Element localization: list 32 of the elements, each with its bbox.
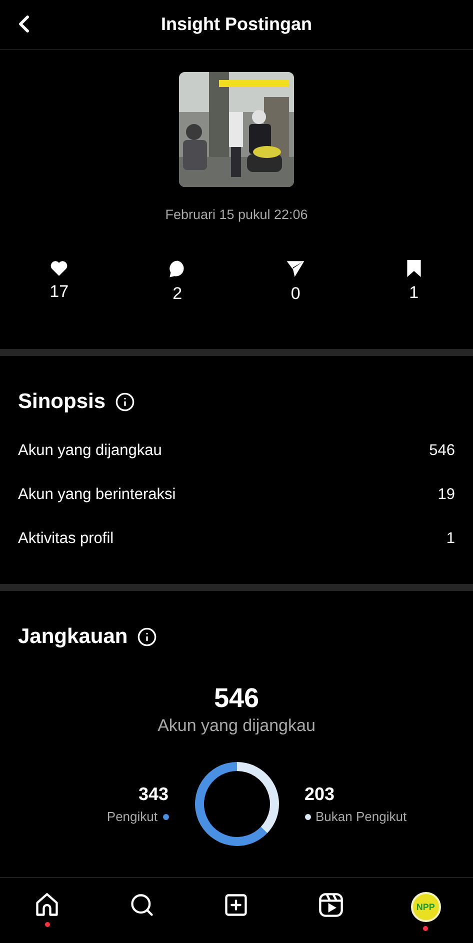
section-title: Sinopsis [18,390,106,414]
page-title: Insight Postingan [161,14,312,35]
stat-count: 2 [172,284,182,304]
reach-subtitle: Akun yang dijangkau [156,716,316,736]
comment-icon [168,260,187,278]
metric-label: Aktivitas profil [18,530,114,548]
metric-value: 19 [438,486,455,504]
metric-label: Akun yang dijangkau [18,442,162,460]
stat-count: 0 [290,284,300,304]
profile-avatar: NPP [410,892,441,922]
info-icon[interactable] [136,627,157,647]
heart-icon [50,260,68,276]
search-icon [128,892,155,918]
legend-label: Bukan Pengikut [316,809,407,824]
stat-count: 17 [50,282,69,302]
post-date: Februari 15 pukul 22:06 [165,207,308,222]
metric-label: Akun yang berinteraksi [18,486,176,504]
reach-total: 546 [212,683,260,714]
info-icon[interactable] [114,392,135,412]
section-title: Jangkauan [18,625,128,649]
add-icon [223,892,250,918]
video-play-icon [318,892,344,918]
stat-count: 1 [409,283,419,303]
legend-value: 203 [304,784,335,805]
metric-value: 1 [446,530,455,548]
send-icon [286,260,306,278]
legend-value: 343 [138,784,168,805]
nav-button[interactable]: NPP [378,878,473,943]
bookmark-icon [406,260,421,277]
home-icon [34,892,60,918]
metric-value: 546 [429,442,455,460]
legend-label: Pengikut [106,809,158,824]
